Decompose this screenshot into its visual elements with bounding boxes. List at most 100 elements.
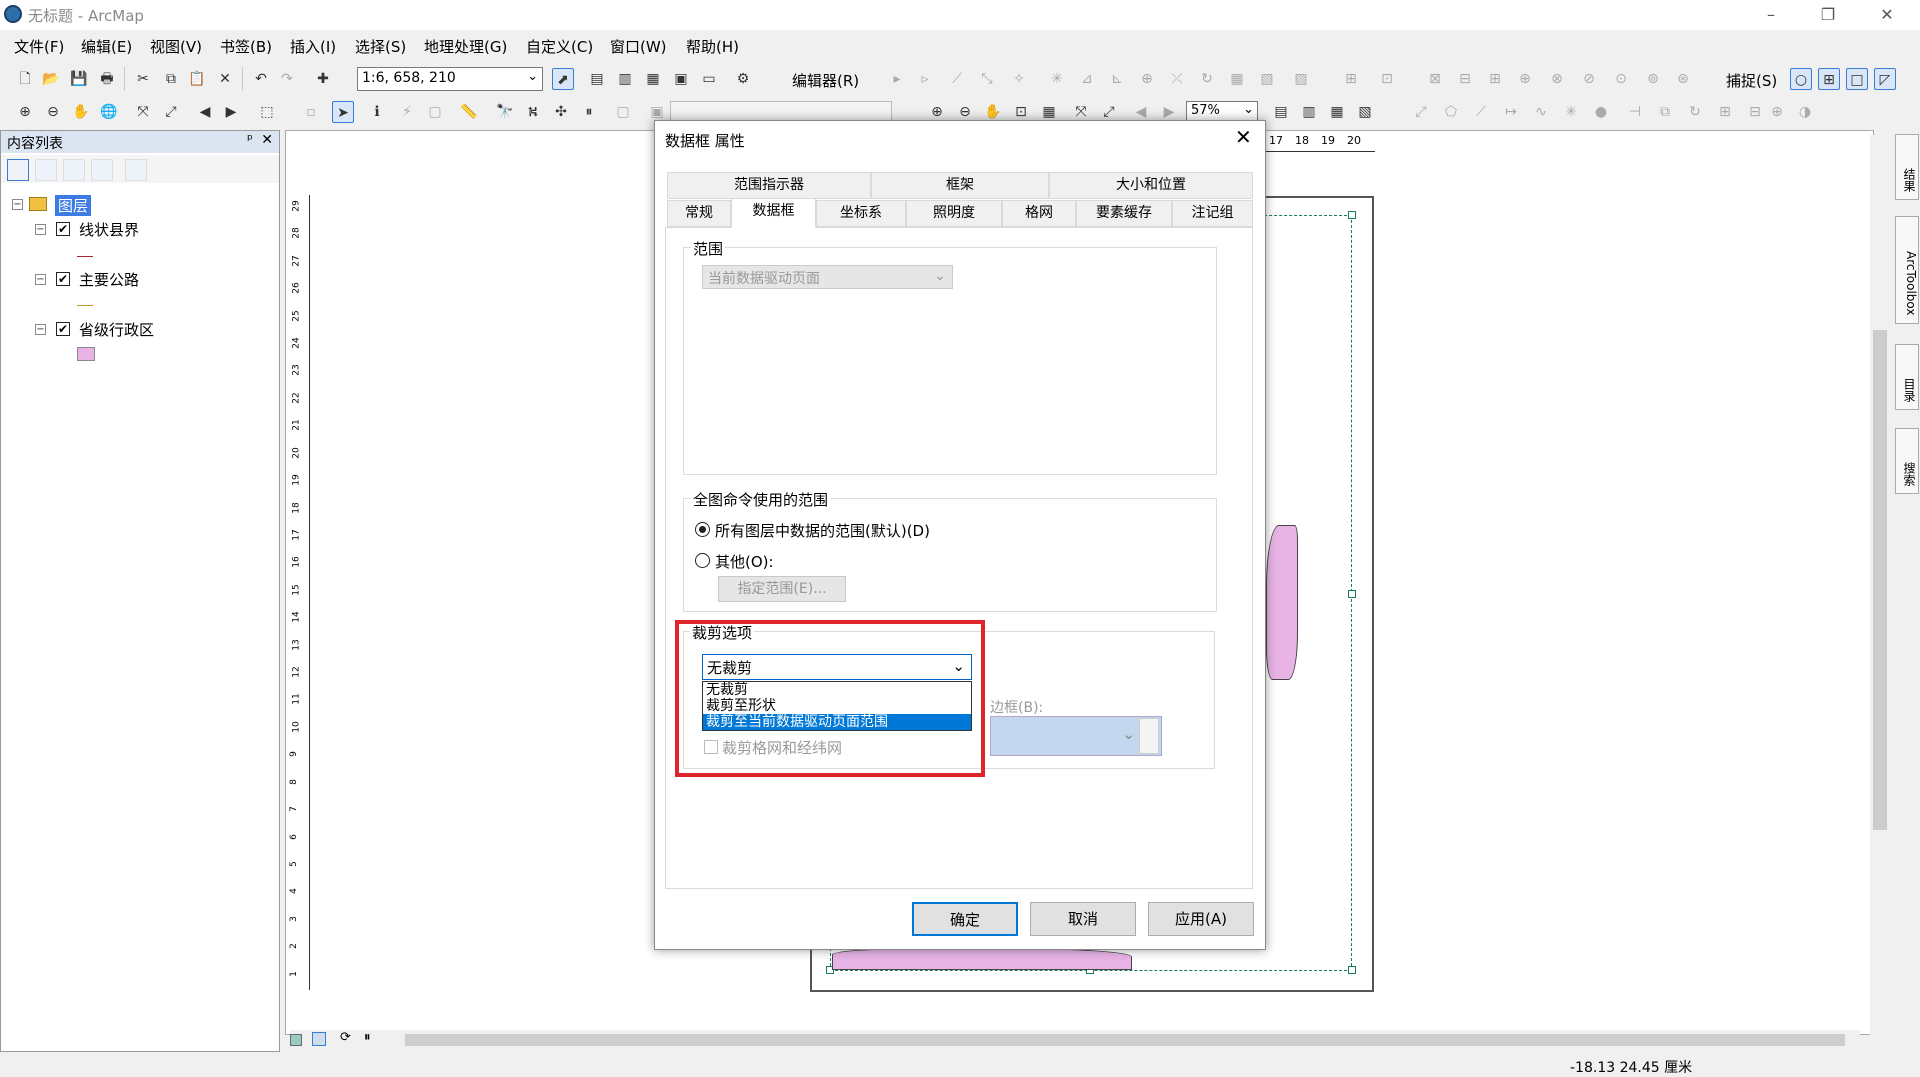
list-by-drawing-order-icon[interactable]	[7, 159, 29, 181]
trace-icon[interactable]: ✧	[1008, 68, 1030, 90]
back-extent-icon[interactable]: ◀	[194, 101, 216, 123]
tab-feature-cache[interactable]: 要素缓存	[1076, 200, 1172, 227]
search-window-icon[interactable]: ▦	[642, 68, 664, 90]
layer-name[interactable]: 线状县界	[79, 219, 139, 240]
layer-visibility-checkbox[interactable]: ✔	[56, 322, 70, 336]
split-icon[interactable]: ⤫	[1166, 68, 1188, 90]
font-color-icon[interactable]: ◑	[1794, 101, 1816, 123]
find-icon[interactable]: 🔭	[494, 101, 516, 123]
edit-vertices-icon[interactable]: ⊿	[1076, 68, 1098, 90]
root-expander-icon[interactable]: −	[12, 199, 23, 210]
attributes-icon[interactable]: ▦	[1226, 68, 1248, 90]
straight-segment-icon[interactable]: ⟋	[946, 68, 968, 90]
georef-icon-9[interactable]: ⊛	[1672, 68, 1694, 90]
open-icon[interactable]: 📂	[40, 68, 62, 90]
vertical-scroll-thumb[interactable]	[1873, 330, 1887, 830]
other-extent-radio-label[interactable]: 其他(O):	[715, 551, 774, 572]
time-slider-icon[interactable]: ⏸	[578, 101, 600, 123]
menu-help[interactable]: 帮助(H)	[686, 36, 739, 57]
tab-illumination[interactable]: 照明度	[906, 200, 1002, 227]
pause-drawing-icon[interactable]: ⏸	[364, 1030, 371, 1045]
map-scale-combo[interactable]: 1:6, 658, 210 ⌄	[357, 67, 543, 91]
point-snap-icon[interactable]: ○	[1790, 68, 1812, 90]
all-layers-radio[interactable]	[695, 522, 710, 537]
menu-insert[interactable]: 插入(I)	[290, 36, 336, 57]
data-view-button[interactable]	[290, 1034, 302, 1046]
text-tool-icon[interactable]: ⊕	[1766, 101, 1788, 123]
print-icon[interactable]: 🖶	[96, 68, 118, 90]
delete-icon[interactable]: ✕	[214, 68, 236, 90]
add-data-icon[interactable]: ✚	[312, 68, 334, 90]
menu-file[interactable]: 文件(F)	[14, 36, 64, 57]
toc-options-icon[interactable]	[125, 159, 147, 181]
all-layers-radio-label[interactable]: 所有图层中数据的范围(默认)(D)	[715, 520, 930, 541]
draw-curve-icon[interactable]: ∿	[1530, 101, 1552, 123]
georef-icon-5[interactable]: ⊗	[1546, 68, 1568, 90]
layer-expander-icon[interactable]: −	[35, 224, 46, 235]
tab-grids[interactable]: 格网	[1002, 200, 1076, 227]
resize-handle[interactable]	[1348, 966, 1356, 974]
list-by-selection-icon[interactable]	[91, 159, 113, 181]
zoom-out-icon[interactable]: ⊖	[42, 101, 64, 123]
pan-icon[interactable]: ✋	[70, 101, 92, 123]
cut-icon[interactable]: ✂	[132, 68, 154, 90]
layout-view-button[interactable]	[312, 1032, 326, 1046]
toc-window-icon[interactable]: ▤	[586, 68, 608, 90]
restore-button[interactable]: ❐	[1803, 2, 1853, 28]
georef-icon-7[interactable]: ⊙	[1610, 68, 1632, 90]
editor-toolbar-icon[interactable]: ⬈	[552, 68, 574, 90]
results-tab[interactable]: 结果	[1895, 134, 1919, 200]
draw-rectangle-icon[interactable]: ⤢	[1410, 101, 1432, 123]
cancel-button[interactable]: 取消	[1030, 902, 1136, 936]
resize-handle[interactable]	[1348, 211, 1356, 219]
edit-annotation-icon[interactable]: ▹	[914, 68, 936, 90]
menu-geoprocessing[interactable]: 地理处理(G)	[424, 36, 507, 57]
measure-icon[interactable]: 📏	[458, 101, 480, 123]
layer-name[interactable]: 主要公路	[79, 269, 139, 290]
georef-icon-6[interactable]: ⊘	[1578, 68, 1600, 90]
rotate-icon[interactable]: ↻	[1196, 68, 1218, 90]
arctoolbox-tab[interactable]: ArcToolbox	[1895, 216, 1919, 324]
identify-icon[interactable]: ℹ	[366, 101, 388, 123]
fixed-zoom-in-icon[interactable]: ⤧	[132, 101, 154, 123]
viewer-window-icon[interactable]: ▢	[612, 101, 634, 123]
georef-icon-4[interactable]: ⊕	[1514, 68, 1536, 90]
data-driven-page-toolbar-icon[interactable]: ▧	[1354, 101, 1376, 123]
editor-menu[interactable]: 编辑器(R)	[792, 70, 859, 91]
search-tab[interactable]: 搜索	[1895, 428, 1919, 494]
toc-close-icon[interactable]: ✕	[261, 132, 273, 148]
focus-data-frame-icon[interactable]: ▥	[1298, 101, 1320, 123]
pin-icon[interactable]: ᵖ	[247, 132, 253, 148]
menu-selection[interactable]: 选择(S)	[355, 36, 406, 57]
tab-general[interactable]: 常规	[667, 200, 731, 227]
tab-coordinate-system[interactable]: 坐标系	[816, 200, 906, 227]
find-route-icon[interactable]: ⛕	[522, 101, 544, 123]
tab-annotation-groups[interactable]: 注记组	[1172, 200, 1253, 227]
menu-edit[interactable]: 编辑(E)	[81, 36, 132, 57]
full-extent-icon[interactable]: 🌐	[98, 101, 120, 123]
point-tool-icon[interactable]: ✳	[1046, 68, 1068, 90]
layer-expander-icon[interactable]: −	[35, 324, 46, 335]
select-features-icon[interactable]: ⬚	[256, 101, 278, 123]
refresh-icon[interactable]: ⟳	[340, 1030, 351, 1045]
menu-customize[interactable]: 自定义(C)	[526, 36, 593, 57]
rotate-element-icon[interactable]: ↻	[1684, 101, 1706, 123]
group-icon[interactable]: ⧉	[1654, 101, 1676, 123]
list-by-visibility-icon[interactable]	[63, 159, 85, 181]
hyperlink-icon[interactable]: ⚡	[396, 101, 418, 123]
order-icon[interactable]: ⊟	[1744, 101, 1766, 123]
layer-expander-icon[interactable]: −	[35, 274, 46, 285]
apply-button[interactable]: 应用(A)	[1148, 902, 1254, 936]
toggle-draft-icon[interactable]: ▤	[1270, 101, 1292, 123]
arctoolbox-icon[interactable]: ▣	[670, 68, 692, 90]
ok-button[interactable]: 确定	[912, 902, 1018, 936]
sketch-properties-icon[interactable]: ▧	[1256, 68, 1278, 90]
end-snap-icon[interactable]: ⊞	[1818, 68, 1840, 90]
redo-icon[interactable]: ↷	[276, 68, 298, 90]
georef-icon-2[interactable]: ⊟	[1454, 68, 1476, 90]
edge-snap-icon[interactable]: ◸	[1874, 68, 1896, 90]
topology-icon[interactable]: ⊞	[1340, 68, 1362, 90]
copy-icon[interactable]: ⧉	[160, 68, 182, 90]
save-icon[interactable]: 💾	[68, 68, 90, 90]
close-window-button[interactable]: ✕	[1862, 2, 1912, 28]
